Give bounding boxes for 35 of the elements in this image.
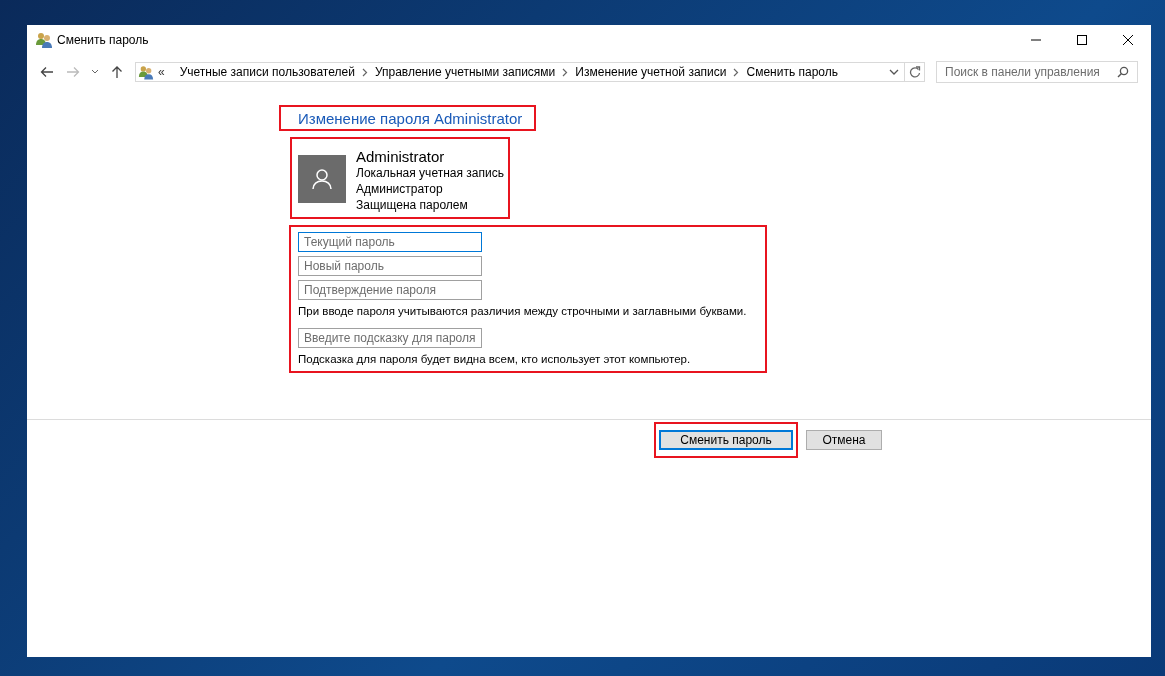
up-arrow-icon <box>111 65 123 79</box>
refresh-button[interactable] <box>905 62 925 82</box>
hint-text: При вводе пароля учитываются различия между строчными и заглавными буквами. <box>298 305 747 317</box>
password-field[interactable]: Введите подсказку для пароля <box>298 328 482 348</box>
maximize-icon <box>1076 34 1088 46</box>
breadcrumb-link[interactable]: Учетные записи пользователей <box>172 65 362 79</box>
search-icon <box>1117 66 1129 78</box>
page-heading: Изменение пароля Administrator <box>298 110 523 127</box>
person-icon <box>312 168 332 190</box>
users-icon <box>138 64 154 80</box>
password-field[interactable]: Подтверждение пароля <box>298 280 482 300</box>
chevron-icon <box>733 67 740 77</box>
breadcrumb-link[interactable]: Управление учетными записями <box>367 65 563 79</box>
users-icon <box>35 32 53 48</box>
close-icon <box>1122 34 1134 46</box>
window-title: Сменить пароль <box>57 33 149 47</box>
hint-text: Подсказка для пароля будет видна всем, кто использует этот компьютер. <box>298 353 691 365</box>
chevron-icon <box>562 67 569 77</box>
account-name: Administrator <box>356 148 446 165</box>
right-arrow-icon <box>66 66 80 78</box>
dialog-button[interactable]: Отмена <box>806 430 882 450</box>
left-arrow-icon <box>40 66 54 78</box>
account-detail: Администратор <box>356 181 444 197</box>
breadcrumb-link[interactable]: Изменение учетной записи <box>568 65 734 79</box>
chevron-icon <box>361 67 368 77</box>
breadcrumb-overflow[interactable]: « <box>158 65 165 79</box>
address-bar[interactable]: « Учетные записи пользователей Управление учетными записями Изменение учетной записи Сменить пароль <box>135 62 905 82</box>
account-detail: Локальная учетная запись <box>356 165 504 181</box>
account-detail: Защищена паролем <box>356 197 469 213</box>
search-field[interactable]: Поиск в панели управления <box>936 61 1138 83</box>
password-field[interactable]: Новый пароль <box>298 256 482 276</box>
chevron-down-icon <box>91 69 99 75</box>
dialog-button[interactable]: Сменить пароль <box>659 430 793 450</box>
breadcrumb-link[interactable]: Сменить пароль <box>739 65 845 79</box>
password-field[interactable]: Текущий пароль <box>298 232 482 252</box>
